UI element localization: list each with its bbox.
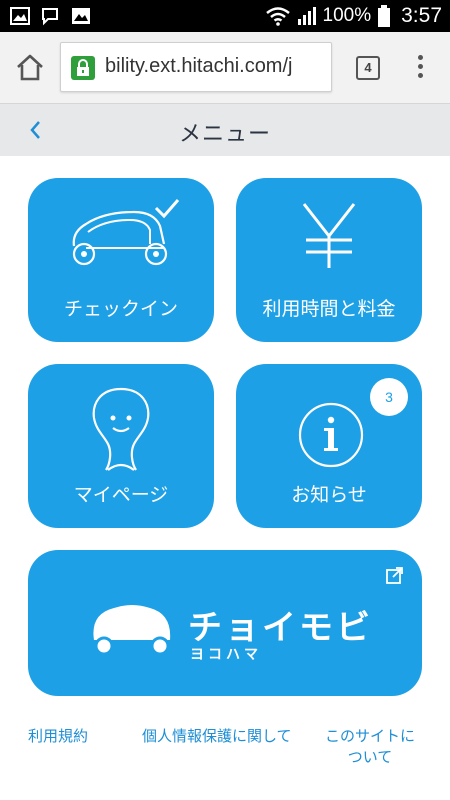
chat-icon bbox=[42, 8, 58, 26]
mypage-tile[interactable]: マイページ bbox=[28, 364, 214, 528]
tab-switcher-button[interactable]: 4 bbox=[356, 56, 380, 80]
picture-icon bbox=[72, 8, 90, 24]
mypage-label: マイページ bbox=[73, 484, 169, 506]
notification-icons bbox=[10, 6, 92, 26]
status-bar: 100% 3:57 bbox=[0, 0, 450, 32]
page-title: メニュー bbox=[178, 122, 271, 147]
battery-icon bbox=[378, 5, 391, 27]
news-label: お知らせ bbox=[291, 484, 367, 506]
about-site-line1: このサイトに bbox=[324, 727, 415, 745]
status-right: 100% 3:57 bbox=[265, 0, 442, 32]
about-site-link[interactable]: このサイトに ついて bbox=[320, 726, 420, 768]
page-header: メニュー bbox=[0, 104, 450, 156]
info-icon bbox=[298, 402, 364, 468]
notification-badge: 3 bbox=[370, 378, 408, 416]
choimobi-logo-text: チョイモビ bbox=[188, 608, 373, 648]
clock: 3:57 bbox=[401, 4, 442, 27]
browser-toolbar: bility.ext.hitachi.com/j 4 bbox=[0, 32, 450, 104]
about-site-line2: ついて bbox=[347, 748, 393, 766]
battery-percent: 100% bbox=[322, 5, 372, 26]
external-link-icon bbox=[386, 567, 403, 584]
car-check-icon bbox=[72, 199, 180, 266]
home-icon[interactable] bbox=[14, 52, 46, 84]
choimobi-banner[interactable]: チョイモビ ヨコハマ bbox=[28, 550, 422, 696]
yen-icon bbox=[302, 203, 356, 268]
wifi-icon bbox=[265, 7, 290, 26]
url-text: bility.ext.hitachi.com/j bbox=[105, 55, 293, 77]
choimobi-logo-subtext: ヨコハマ bbox=[190, 647, 262, 663]
lock-icon bbox=[71, 56, 95, 80]
smiley-icon bbox=[92, 387, 150, 471]
checkin-label: チェックイン bbox=[63, 298, 178, 320]
pricing-label: 利用時間と料金 bbox=[262, 298, 396, 320]
news-tile[interactable]: 3 お知らせ bbox=[236, 364, 422, 528]
choimobi-logo-car bbox=[93, 605, 171, 656]
checkin-tile[interactable]: チェックイン bbox=[28, 178, 214, 342]
signal-icon bbox=[297, 7, 316, 25]
address-bar[interactable]: bility.ext.hitachi.com/j bbox=[60, 42, 332, 92]
terms-link[interactable]: 利用規約 bbox=[28, 726, 88, 747]
overflow-menu-icon[interactable] bbox=[410, 52, 430, 84]
image-icon bbox=[10, 7, 30, 25]
privacy-link[interactable]: 個人情報保護に関して bbox=[142, 726, 292, 747]
pricing-tile[interactable]: 利用時間と料金 bbox=[236, 178, 422, 342]
